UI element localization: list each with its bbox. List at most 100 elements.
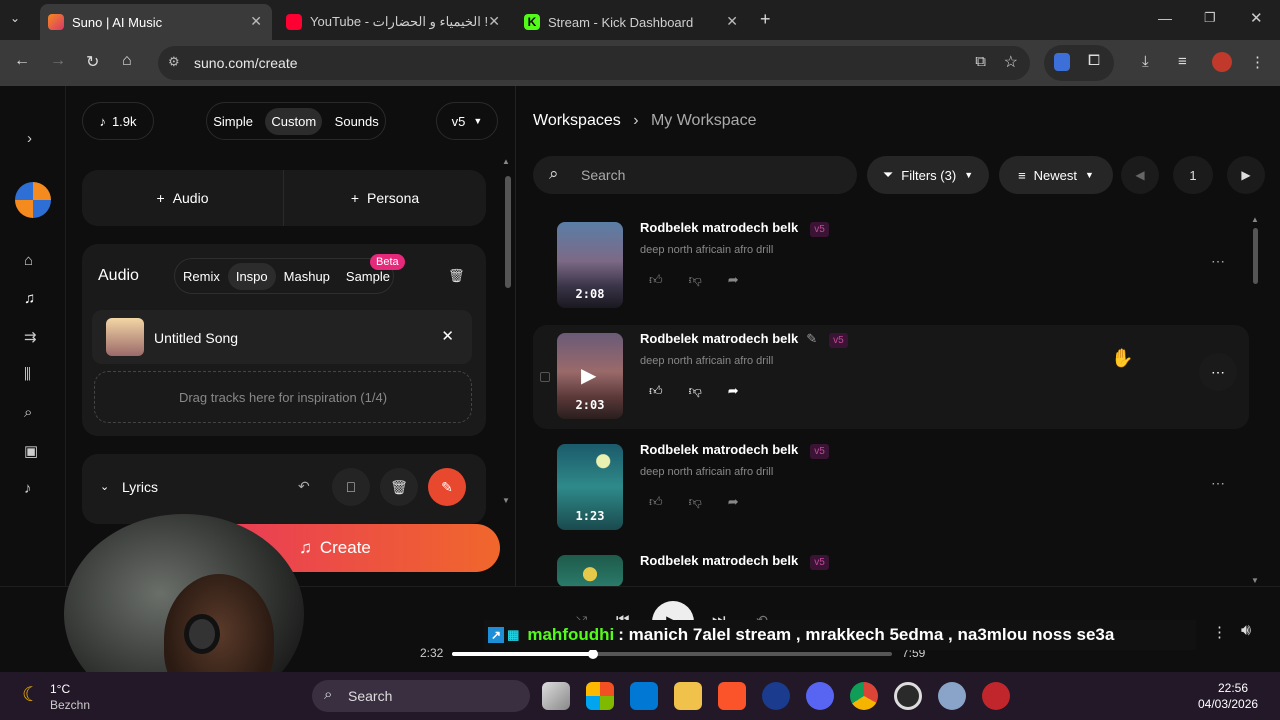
trash-icon[interactable]: 🗑 (380, 468, 418, 506)
create-music-icon[interactable]: ♫ (24, 290, 35, 307)
filters-button[interactable]: ⏷ Filters (3) ▼ (867, 156, 989, 194)
magic-wand-icon[interactable]: ✎ (428, 468, 466, 506)
add-audio-button[interactable]: + Audio (82, 170, 284, 226)
thumbs-up-icon[interactable]: 👍︎ (649, 272, 663, 288)
library-icon[interactable]: ⫼ (24, 366, 31, 383)
discord-icon[interactable] (806, 682, 834, 710)
chrome-icon[interactable] (850, 682, 878, 710)
home-icon[interactable]: ⌂ (122, 52, 132, 70)
share-icon[interactable]: ➦ (728, 494, 739, 510)
studio-icon[interactable]: ⇉ (24, 328, 37, 346)
user-avatar[interactable] (15, 182, 51, 218)
shield-extension-icon[interactable] (1054, 53, 1070, 71)
kebab-menu-icon[interactable]: ⋮ (1250, 53, 1265, 71)
next-page-icon[interactable]: ▶ (1227, 156, 1265, 194)
new-tab-plus-icon[interactable]: + (760, 9, 771, 30)
scroll-up-arrow-icon[interactable]: ▲ (1251, 215, 1259, 224)
volume-icon[interactable]: 🔊︎ (1241, 622, 1251, 640)
download-icon[interactable]: ⤓ (1142, 53, 1149, 70)
left-scrollbar[interactable] (505, 176, 511, 288)
progress-bar[interactable] (452, 649, 892, 659)
tab-suno[interactable]: Suno | AI Music ✕ (40, 4, 272, 40)
reload-icon[interactable]: ↻ (86, 52, 99, 72)
app-icon[interactable] (762, 682, 790, 710)
track-thumbnail[interactable] (557, 555, 623, 587)
track-thumbnail[interactable]: ▶ 2:03 (557, 333, 623, 419)
restore-icon[interactable]: ❐ (1204, 10, 1216, 26)
track-row[interactable]: Rodbelek matrodech belk v5 (533, 547, 1249, 587)
close-icon[interactable]: ✕ (441, 327, 454, 345)
audio-mode-remix[interactable]: Remix (175, 263, 228, 290)
thumbs-down-icon[interactable]: 👎︎ (689, 383, 702, 399)
widgets-icon[interactable] (586, 682, 614, 710)
more-options-icon[interactable]: ⋯ (1199, 242, 1237, 280)
tracks-scrollbar[interactable] (1253, 228, 1258, 284)
undo-icon[interactable]: ↶ (298, 478, 310, 495)
player-menu-icon[interactable]: ⋮ (1212, 623, 1227, 641)
mode-sounds-tab[interactable]: Sounds (335, 114, 379, 129)
file-explorer-icon[interactable] (674, 682, 702, 710)
tab-search-chevron-icon[interactable]: ⌄ (10, 11, 20, 25)
track-row[interactable]: 1:23 Rodbelek matrodech belk v5 deep nort… (533, 436, 1249, 540)
lyrics-label[interactable]: Lyrics (122, 479, 158, 495)
forward-arrow-icon[interactable]: → (50, 52, 66, 70)
track-select-checkbox[interactable] (540, 372, 550, 382)
notifications-bell-icon[interactable]: ♪ (24, 480, 32, 497)
thumbs-down-icon[interactable]: 👎︎ (689, 494, 702, 510)
more-options-icon[interactable]: ⋯ (1199, 464, 1237, 502)
mode-simple-tab[interactable]: Simple (213, 114, 253, 129)
breadcrumb-workspaces[interactable]: Workspaces (533, 112, 621, 129)
inbox-icon[interactable]: ▣ (24, 442, 38, 460)
puzzle-extensions-icon[interactable]: ⧠ (1088, 52, 1100, 69)
trash-icon[interactable]: 🗑 (448, 268, 465, 284)
track-search-input[interactable]: ⌕ Search (533, 156, 857, 194)
inspiration-dropzone[interactable]: Drag tracks here for inspiration (1/4) (94, 371, 472, 423)
thumbs-up-icon[interactable]: 👍︎ (649, 383, 663, 399)
search-icon[interactable]: ⌕ (24, 404, 32, 421)
scroll-down-arrow-icon[interactable]: ▼ (1251, 576, 1259, 585)
track-title[interactable]: Rodbelek matrodech belk v5 (640, 220, 829, 237)
mode-custom-tab[interactable]: Custom (265, 107, 323, 135)
track-row[interactable]: ▶ 2:03 Rodbelek matrodech belk ✎ v5 deep n… (533, 325, 1249, 429)
site-info-icon[interactable]: ⚙ (168, 54, 180, 70)
window-close-icon[interactable]: ✕ (1250, 9, 1263, 27)
close-icon[interactable]: ✕ (726, 13, 738, 30)
minimize-icon[interactable]: — (1158, 10, 1172, 26)
scroll-up-arrow-icon[interactable]: ▲ (502, 157, 510, 166)
more-options-icon[interactable]: ⋯ (1199, 353, 1237, 391)
tab-kick[interactable]: K Stream - Kick Dashboard ✕ (516, 4, 748, 40)
model-selector[interactable]: v5 ▼ (436, 102, 498, 140)
home-icon[interactable]: ⌂ (24, 252, 33, 269)
sort-button[interactable]: ≡ Newest ▼ (999, 156, 1113, 194)
share-icon[interactable]: ➦ (728, 272, 739, 288)
media-controls-icon[interactable]: ≡ (1178, 53, 1187, 70)
thumbs-up-icon[interactable]: 👍︎ (649, 494, 663, 510)
audio-mode-mashup[interactable]: Mashup (276, 263, 338, 290)
taskbar-search[interactable]: ⌕ Search (312, 680, 530, 712)
bookmark-star-icon[interactable]: ☆ (1004, 52, 1018, 72)
bookmark-icon[interactable]: ⎕ (332, 468, 370, 506)
track-thumbnail[interactable]: 1:23 (557, 444, 623, 530)
brave-browser-icon[interactable] (718, 682, 746, 710)
track-title[interactable]: Rodbelek matrodech belk v5 (640, 553, 829, 570)
track-thumbnail[interactable]: 2:08 (557, 222, 623, 308)
track-row[interactable]: 2:08 Rodbelek matrodech belk v5 deep nort… (533, 214, 1249, 318)
tab-youtube[interactable]: YouTube - الخيمياء و الحضارات ! ✕ (278, 4, 510, 40)
credits-pill[interactable]: ♪ 1.9k (82, 102, 154, 140)
task-view-icon[interactable] (542, 682, 570, 710)
obs-icon[interactable] (894, 682, 922, 710)
scroll-down-arrow-icon[interactable]: ▼ (502, 496, 510, 505)
inspo-song-item[interactable]: Untitled Song ✕ (92, 310, 472, 364)
progress-knob[interactable] (587, 649, 598, 659)
install-app-icon[interactable]: ⧉ (975, 53, 986, 70)
settings-gear-icon[interactable] (938, 682, 966, 710)
prev-page-icon[interactable]: ◀ (1121, 156, 1159, 194)
track-title[interactable]: Rodbelek matrodech belk ✎ v5 (640, 331, 848, 348)
close-icon[interactable]: ✕ (488, 13, 500, 30)
app-icon[interactable] (982, 682, 1010, 710)
page-number[interactable]: 1 (1173, 156, 1213, 194)
edit-pencil-icon[interactable]: ✎ (806, 331, 817, 346)
expand-chevron-icon[interactable]: › (27, 130, 32, 147)
audio-mode-inspo[interactable]: Inspo (227, 262, 276, 290)
profile-avatar[interactable] (1212, 52, 1232, 72)
